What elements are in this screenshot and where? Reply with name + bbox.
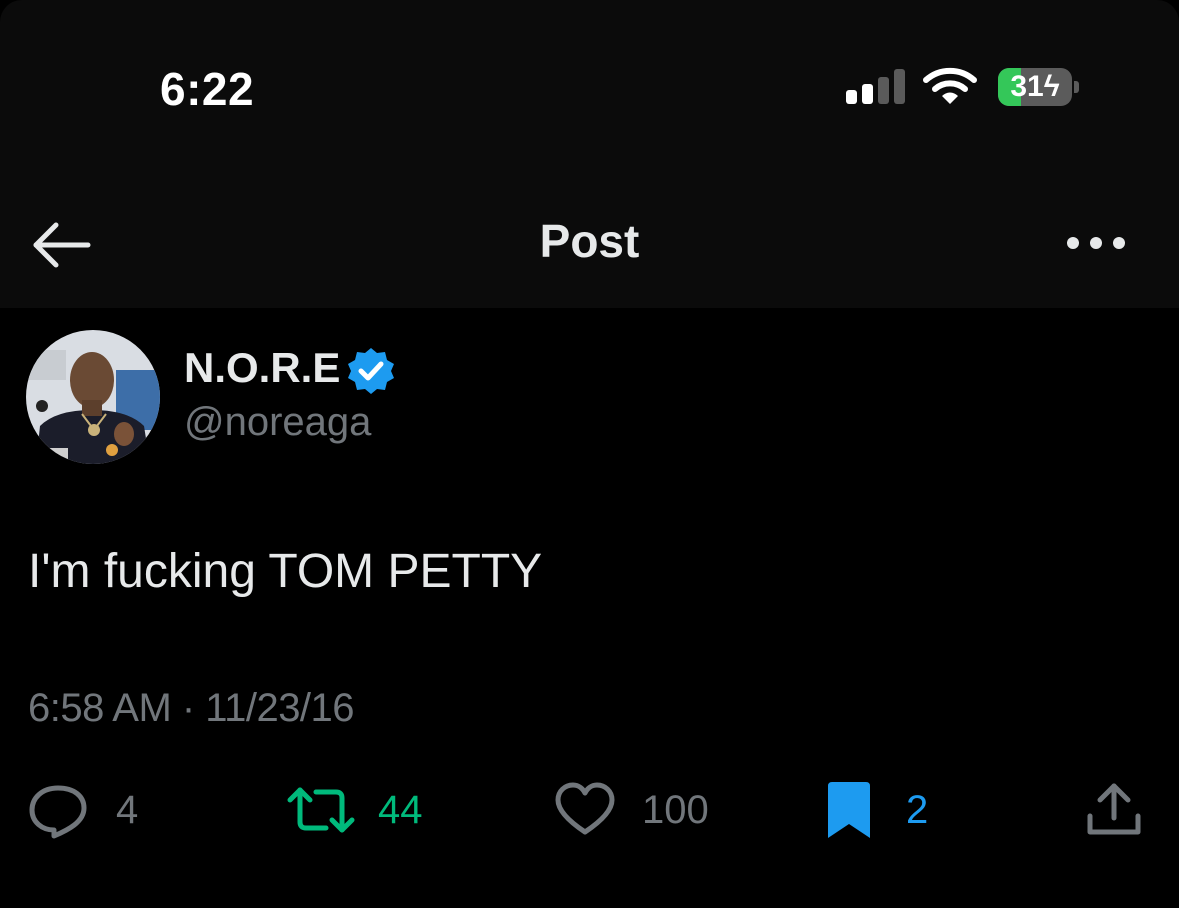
bookmark-count: 2: [906, 788, 929, 832]
cellular-signal-icon: [846, 68, 906, 104]
repost-icon: [287, 787, 355, 833]
reply-count: 4: [116, 788, 139, 832]
more-horizontal-icon: [1067, 237, 1125, 249]
battery-level: 31: [1010, 70, 1044, 103]
heart-icon: [555, 782, 615, 835]
post-screen: 6:22 31ϟ Post N.O.R.E @noreaga I'm fucki…: [0, 0, 1179, 908]
repost-button[interactable]: 44: [286, 780, 446, 840]
page-title: Post: [539, 215, 640, 267]
repost-count: 44: [378, 788, 423, 832]
reply-button[interactable]: 4: [28, 780, 158, 840]
avatar[interactable]: [26, 330, 160, 464]
verified-badge-icon: [348, 348, 394, 394]
charging-bolt-icon: ϟ: [1043, 70, 1060, 103]
share-button[interactable]: [1084, 780, 1144, 840]
author-handle[interactable]: @noreaga: [184, 400, 371, 445]
bookmark-button[interactable]: 2: [824, 780, 944, 840]
post-text: I'm fucking TOM PETTY: [28, 545, 543, 598]
author-name[interactable]: N.O.R.E: [184, 344, 340, 392]
like-button[interactable]: 100: [554, 780, 724, 840]
more-options-button[interactable]: [1060, 226, 1132, 260]
bookmark-icon: [828, 782, 870, 838]
wifi-icon: [923, 67, 977, 104]
post-timestamp[interactable]: 6:58 AM · 11/23/16: [28, 686, 355, 731]
status-time: 6:22: [160, 63, 255, 115]
reply-icon: [29, 785, 87, 839]
share-icon: [1087, 783, 1141, 835]
like-count: 100: [642, 788, 709, 832]
battery-charging-icon: 31ϟ: [998, 68, 1079, 106]
